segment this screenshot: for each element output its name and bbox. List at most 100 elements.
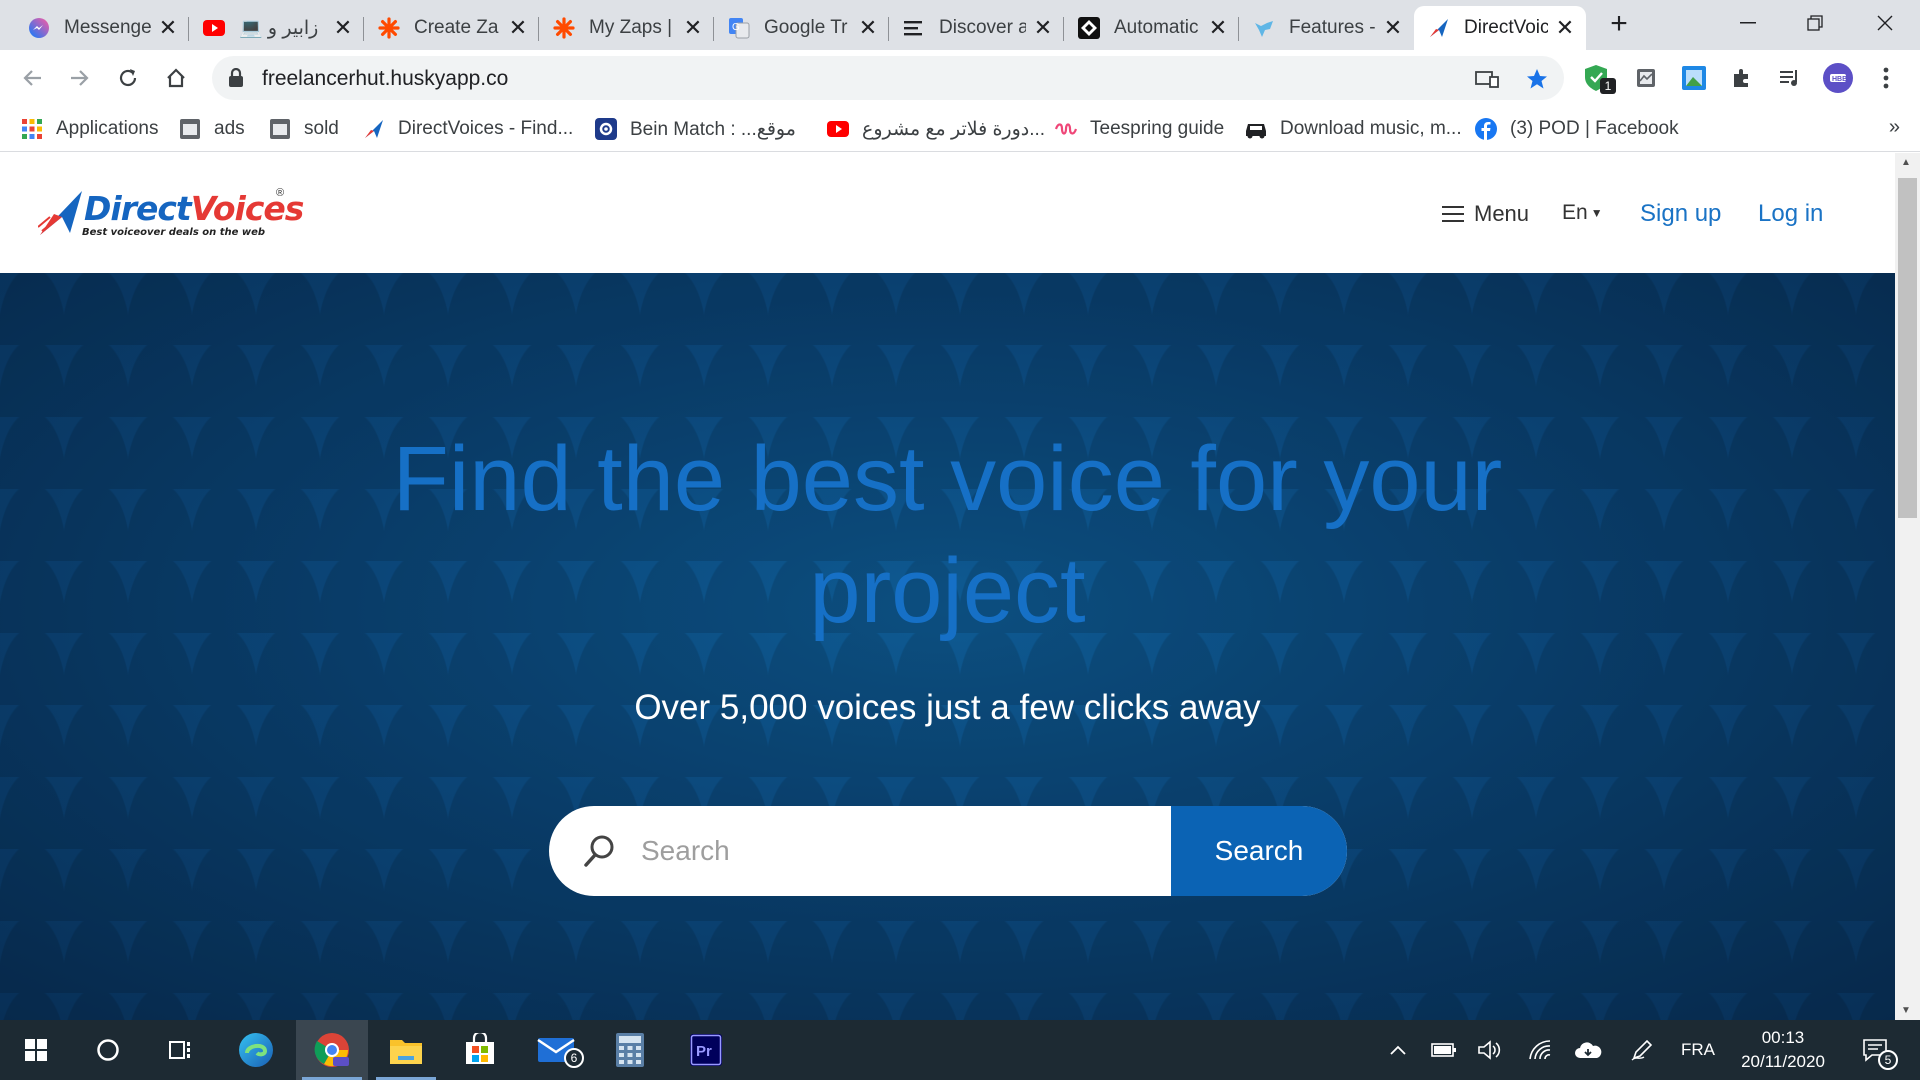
extensions-puzzle-icon[interactable] <box>1726 62 1758 94</box>
file-explorer-taskbar-icon[interactable] <box>370 1020 442 1080</box>
tab-google-translate[interactable]: G Google Tr ✕ <box>714 6 889 50</box>
youtube-icon <box>826 117 850 141</box>
close-icon[interactable]: ✕ <box>1032 15 1054 40</box>
wifi-icon[interactable] <box>1520 1020 1560 1080</box>
tab-title: Google Tr <box>764 17 848 38</box>
folder-icon <box>268 117 292 141</box>
store-taskbar-icon[interactable] <box>444 1020 516 1080</box>
tab-create-zap[interactable]: Create Za ✕ <box>364 6 539 50</box>
close-icon[interactable]: ✕ <box>1207 15 1229 40</box>
bookmark-ads[interactable]: ads <box>178 116 245 142</box>
battery-icon[interactable] <box>1424 1020 1464 1080</box>
search-bar: Search <box>549 806 1347 896</box>
close-window-button[interactable] <box>1860 6 1910 40</box>
bookmark-label: sold <box>304 118 339 139</box>
show-hidden-icons-button[interactable] <box>1380 1020 1416 1080</box>
tab-youtube[interactable]: زابير و 💻 ✕ <box>189 6 364 50</box>
folder-icon <box>178 117 202 141</box>
logo-tagline: Best voiceover deals on the web <box>82 227 266 238</box>
menu-label: Menu <box>1474 201 1530 226</box>
input-language-indicator[interactable]: FRA <box>1670 1020 1726 1080</box>
bookmark-bein-match[interactable]: Bein Match : ...موقع <box>594 116 796 142</box>
home-button[interactable] <box>160 62 192 94</box>
bookmark-flutter-course[interactable]: دورة فلاتر مع مشروع... <box>826 116 1045 142</box>
tab-discover[interactable]: Discover a ✕ <box>889 6 1064 50</box>
tab-my-zaps[interactable]: My Zaps | ✕ <box>539 6 714 50</box>
bookmark-download-music[interactable]: Download music, m... <box>1244 116 1462 142</box>
bookmark-sold[interactable]: sold <box>268 116 339 142</box>
media-controls-icon[interactable] <box>1774 62 1806 94</box>
gear-icon <box>594 117 618 141</box>
messenger-icon <box>28 17 50 39</box>
bookmark-applications[interactable]: Applications <box>20 116 158 142</box>
close-icon[interactable]: ✕ <box>857 15 879 40</box>
svg-text:G: G <box>732 22 740 33</box>
menu-button[interactable]: Menu <box>1442 201 1529 227</box>
search-icon <box>583 834 615 873</box>
close-icon[interactable]: ✕ <box>682 15 704 40</box>
close-icon[interactable]: ✕ <box>507 15 529 40</box>
bookmark-directvoices[interactable]: DirectVoices - Find... <box>362 116 573 142</box>
tab-messenger[interactable]: Messenge ✕ <box>14 6 189 50</box>
calculator-taskbar-icon[interactable] <box>594 1020 666 1080</box>
scrollbar-thumb[interactable] <box>1898 178 1917 518</box>
tab-title: Messenge <box>64 17 151 38</box>
screenshot-extension-icon[interactable] <box>1630 62 1662 94</box>
bookmark-label: Applications <box>56 118 159 139</box>
directvoices-icon <box>362 117 386 141</box>
adblock-extension-icon[interactable]: 1 <box>1582 62 1616 94</box>
scroll-up-arrow[interactable]: ▲ <box>1901 157 1911 168</box>
signup-link[interactable]: Sign up <box>1640 200 1721 228</box>
new-tab-button[interactable]: + <box>1604 9 1634 40</box>
close-icon[interactable]: ✕ <box>332 15 354 40</box>
close-icon[interactable]: ✕ <box>1554 15 1576 40</box>
volume-icon[interactable] <box>1470 1020 1510 1080</box>
close-icon[interactable]: ✕ <box>1382 15 1404 40</box>
clock-date: 20/11/2020 <box>1741 1052 1825 1071</box>
bookmark-star-icon[interactable] <box>1524 66 1550 92</box>
windows-logo-icon <box>25 1039 47 1061</box>
minimize-button[interactable] <box>1723 6 1773 40</box>
scroll-down-arrow[interactable]: ▼ <box>1901 1005 1911 1016</box>
premiere-pro-taskbar-icon[interactable]: Pr <box>670 1020 742 1080</box>
bookmark-label: Bein Match : ...موقع <box>630 118 796 140</box>
search-taskbar-button[interactable] <box>72 1020 144 1080</box>
language-selector[interactable]: En ▼ <box>1562 201 1603 225</box>
bookmarks-overflow-button[interactable]: » <box>1889 116 1900 139</box>
cast-tab-icon[interactable] <box>1474 66 1500 92</box>
automation-icon <box>1078 17 1100 39</box>
restore-button[interactable] <box>1790 6 1840 40</box>
bookmark-teespring[interactable]: Teespring guide <box>1054 116 1224 142</box>
profile-avatar[interactable]: HBB <box>1822 62 1854 94</box>
reload-button[interactable] <box>112 62 144 94</box>
edge-taskbar-icon[interactable] <box>220 1020 292 1080</box>
action-center-button[interactable]: 5 <box>1850 1020 1900 1080</box>
forward-button[interactable] <box>64 62 96 94</box>
directvoices-logo[interactable]: DirectVoices ® Best voiceover deals on t… <box>38 187 304 243</box>
zapier-icon <box>378 17 400 39</box>
bookmark-facebook[interactable]: (3) POD | Facebook <box>1474 116 1679 142</box>
onedrive-icon[interactable] <box>1568 1020 1608 1080</box>
url-text[interactable]: freelancerhut.huskyapp.co <box>262 67 508 91</box>
system-clock[interactable]: 00:13 20/11/2020 <box>1728 1026 1838 1074</box>
start-button[interactable] <box>0 1020 72 1080</box>
apps-grid-icon <box>20 117 44 141</box>
tab-directvoices-active[interactable]: DirectVoic ✕ <box>1414 6 1586 50</box>
chrome-taskbar-icon[interactable] <box>296 1020 368 1080</box>
address-bar[interactable]: freelancerhut.huskyapp.co <box>212 56 1564 100</box>
login-link[interactable]: Log in <box>1758 200 1823 228</box>
task-view-button[interactable] <box>144 1020 216 1080</box>
browser-menu-icon[interactable] <box>1870 62 1902 94</box>
tab-automatic[interactable]: Automatic ✕ <box>1064 6 1239 50</box>
close-icon[interactable]: ✕ <box>157 15 179 40</box>
image-extension-icon[interactable] <box>1678 62 1710 94</box>
svg-text:HBB: HBB <box>1832 76 1847 83</box>
pen-workspace-icon[interactable] <box>1622 1020 1662 1080</box>
search-button[interactable]: Search <box>1171 806 1347 896</box>
search-input[interactable] <box>641 824 1141 878</box>
page-scrollbar[interactable]: ▲ ▼ <box>1895 153 1920 1020</box>
back-button[interactable] <box>16 62 48 94</box>
lock-icon[interactable] <box>228 67 244 93</box>
tab-features[interactable]: Features - ✕ <box>1239 6 1414 50</box>
mail-taskbar-icon[interactable]: 6 <box>520 1020 592 1080</box>
